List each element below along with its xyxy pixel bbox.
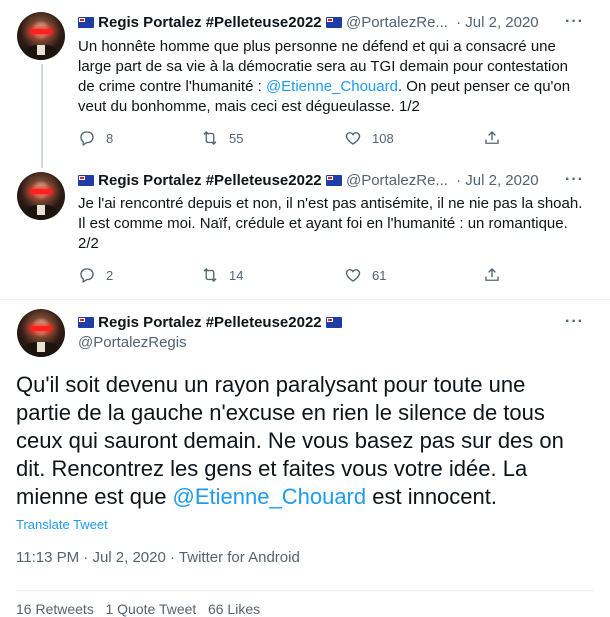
handle[interactable]: @PortalezRe... <box>346 172 448 189</box>
reply-count: 8 <box>106 130 114 146</box>
mention-link[interactable]: @Etienne_Chouard <box>266 78 398 95</box>
tweet-date[interactable]: Jul 2, 2020 <box>465 172 538 189</box>
main-tweet-text: Qu'il soit devenu un rayon paralysant po… <box>16 371 576 511</box>
like-button[interactable]: 108 <box>344 129 394 147</box>
reply-icon <box>80 131 94 146</box>
share-button[interactable] <box>483 129 501 147</box>
tweet-date[interactable]: Jul 2, 2020 <box>92 549 165 566</box>
separator: · <box>170 549 175 566</box>
tweet-header: Regis Portalez #Pelleteuse2022 @Portalez… <box>78 13 539 33</box>
tweet-time[interactable]: 11:13 PM <box>16 549 79 566</box>
like-icon <box>345 132 361 145</box>
reply-count: 2 <box>106 267 114 283</box>
tweet-actions: 2 14 61 <box>78 266 548 286</box>
tweet-actions: 8 55 108 <box>78 129 548 149</box>
retweet-icon <box>203 268 217 282</box>
retweet-icon <box>203 131 217 145</box>
flag-icon <box>78 317 94 328</box>
more-icon[interactable]: ··· <box>565 171 584 189</box>
reply-button[interactable]: 8 <box>78 129 113 147</box>
flag-icon <box>78 17 94 28</box>
divider <box>16 590 594 591</box>
display-name[interactable]: Regis Portalez #Pelleteuse2022 <box>98 14 321 31</box>
tweet-meta: 11:13 PM · Jul 2, 2020 · Twitter for And… <box>16 549 300 566</box>
handle[interactable]: @PortalezRe... <box>346 14 448 31</box>
retweet-button[interactable]: 55 <box>201 129 243 147</box>
like-count: 61 <box>372 267 387 283</box>
avatar[interactable] <box>17 12 65 60</box>
retweet-button[interactable]: 14 <box>201 266 243 284</box>
flag-icon <box>325 175 342 186</box>
avatar[interactable] <box>17 309 65 357</box>
flag-icon <box>78 175 94 186</box>
share-icon <box>485 131 499 144</box>
translate-tweet-link[interactable]: Translate Tweet <box>16 517 108 532</box>
separator: · <box>456 172 462 189</box>
flag-icon <box>325 17 342 28</box>
like-icon <box>345 269 361 282</box>
like-count: 108 <box>372 130 394 146</box>
more-icon[interactable]: ··· <box>565 313 584 331</box>
like-button[interactable]: 61 <box>344 266 386 284</box>
separator: · <box>83 549 89 566</box>
share-button[interactable] <box>483 266 501 284</box>
tweet-text: Je l'ai rencontré depuis et non, il n'es… <box>78 195 583 252</box>
display-name[interactable]: Regis Portalez #Pelleteuse2022 <box>98 314 321 331</box>
share-icon <box>485 268 499 281</box>
divider <box>0 299 610 300</box>
thread-line <box>41 64 43 168</box>
tweet-header: Regis Portalez #Pelleteuse2022 @Portalez… <box>78 171 539 191</box>
tweet-date[interactable]: Jul 2, 2020 <box>465 14 538 31</box>
handle[interactable]: @PortalezRegis <box>78 333 187 353</box>
tweet-header: Regis Portalez #Pelleteuse2022 <box>78 313 342 333</box>
separator: · <box>456 14 462 31</box>
mention-link[interactable]: @Etienne_Chouard <box>173 484 367 509</box>
more-icon[interactable]: ··· <box>565 13 584 31</box>
avatar[interactable] <box>17 172 65 220</box>
retweet-count: 14 <box>229 267 244 283</box>
display-name[interactable]: Regis Portalez #Pelleteuse2022 <box>98 172 321 189</box>
reply-icon <box>80 268 94 283</box>
engagement-stats[interactable]: 16 Retweets 1 Quote Tweet 66 Likes <box>16 601 260 617</box>
reply-button[interactable]: 2 <box>78 266 113 284</box>
tweet-source[interactable]: Twitter for Android <box>179 549 300 566</box>
retweet-count: 55 <box>229 130 244 146</box>
flag-icon <box>325 317 342 328</box>
tweet-text: Un honnête homme que plus personne ne dé… <box>78 37 588 117</box>
tweet-text-part: est innocent. <box>366 484 497 509</box>
